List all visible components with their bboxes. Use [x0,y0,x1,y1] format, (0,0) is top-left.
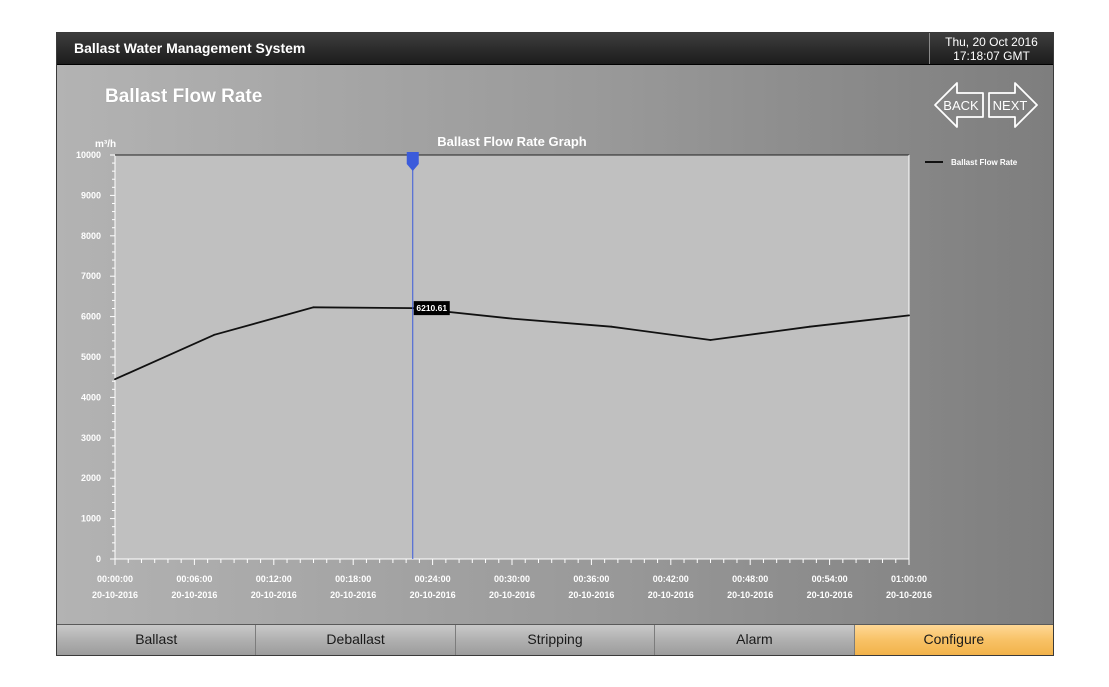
data-point [908,314,910,317]
y-tick-label: 5000 [81,352,101,362]
flow-rate-chart: Ballast Flow Rate Graph m³/h 0 1000 2000 3000… [76,134,1018,600]
x-tick-date-label: 20-10-2016 [886,590,932,600]
data-point [312,306,315,309]
x-tick-date-label: 20-10-2016 [171,590,217,600]
y-tick-label: 1000 [81,514,101,524]
bottom-tab-bar: Ballast Deballast Stripping Alarm Configure [57,624,1053,655]
plot-area [115,155,909,559]
x-tick-date-label: 20-10-2016 [92,590,138,600]
y-tick-label: 2000 [81,473,101,483]
x-tick-date-label: 20-10-2016 [330,590,376,600]
y-tick-label: 10000 [76,150,101,160]
data-point [114,378,116,381]
x-tick-time-label: 00:18:00 [335,574,371,584]
x-tick-date-label: 20-10-2016 [568,590,614,600]
tab-ballast[interactable]: Ballast [57,625,257,655]
x-tick-date-label: 20-10-2016 [648,590,694,600]
tab-deballast[interactable]: Deballast [256,625,456,655]
x-tick-time-label: 00:06:00 [176,574,212,584]
app-window: Ballast Water Management System Thu, 20 … [56,32,1054,656]
x-tick-time-label: 01:00:00 [891,574,927,584]
x-tick-time-label: 00:00:00 [97,574,133,584]
x-tick-date-label: 20-10-2016 [251,590,297,600]
tab-configure[interactable]: Configure [854,625,1053,655]
data-point [808,325,811,328]
y-tick-label: 7000 [81,271,101,281]
x-tick-date-label: 20-10-2016 [727,590,773,600]
chart-title: Ballast Flow Rate Graph [437,134,587,149]
y-tick-label: 0 [96,554,101,564]
x-tick-time-label: 00:42:00 [653,574,689,584]
x-tick-time-label: 00:54:00 [812,574,848,584]
y-axis-label: m³/h [95,139,116,150]
data-point [511,317,513,320]
tab-stripping[interactable]: Stripping [455,625,656,655]
x-tick-time-label: 00:48:00 [732,574,768,584]
x-tick-time-label: 00:36:00 [573,574,609,584]
x-tick-time-label: 00:30:00 [494,574,530,584]
x-tick-date-label: 20-10-2016 [489,590,535,600]
x-tick-time-label: 00:12:00 [256,574,292,584]
y-tick-label: 8000 [81,231,101,241]
x-tick-date-label: 20-10-2016 [410,590,456,600]
y-tick-label: 3000 [81,433,101,443]
cursor-value-label: 6210.61 [416,303,447,313]
x-tick-date-label: 20-10-2016 [807,590,853,600]
data-point [610,325,613,328]
y-tick-label: 9000 [81,190,101,200]
data-point [213,333,216,336]
data-point [709,339,712,341]
legend-label: Ballast Flow Rate [951,158,1018,167]
tab-alarm[interactable]: Alarm [655,625,855,655]
y-tick-label: 6000 [81,312,101,322]
y-tick-label: 4000 [81,392,101,402]
x-tick-time-label: 00:24:00 [415,574,451,584]
